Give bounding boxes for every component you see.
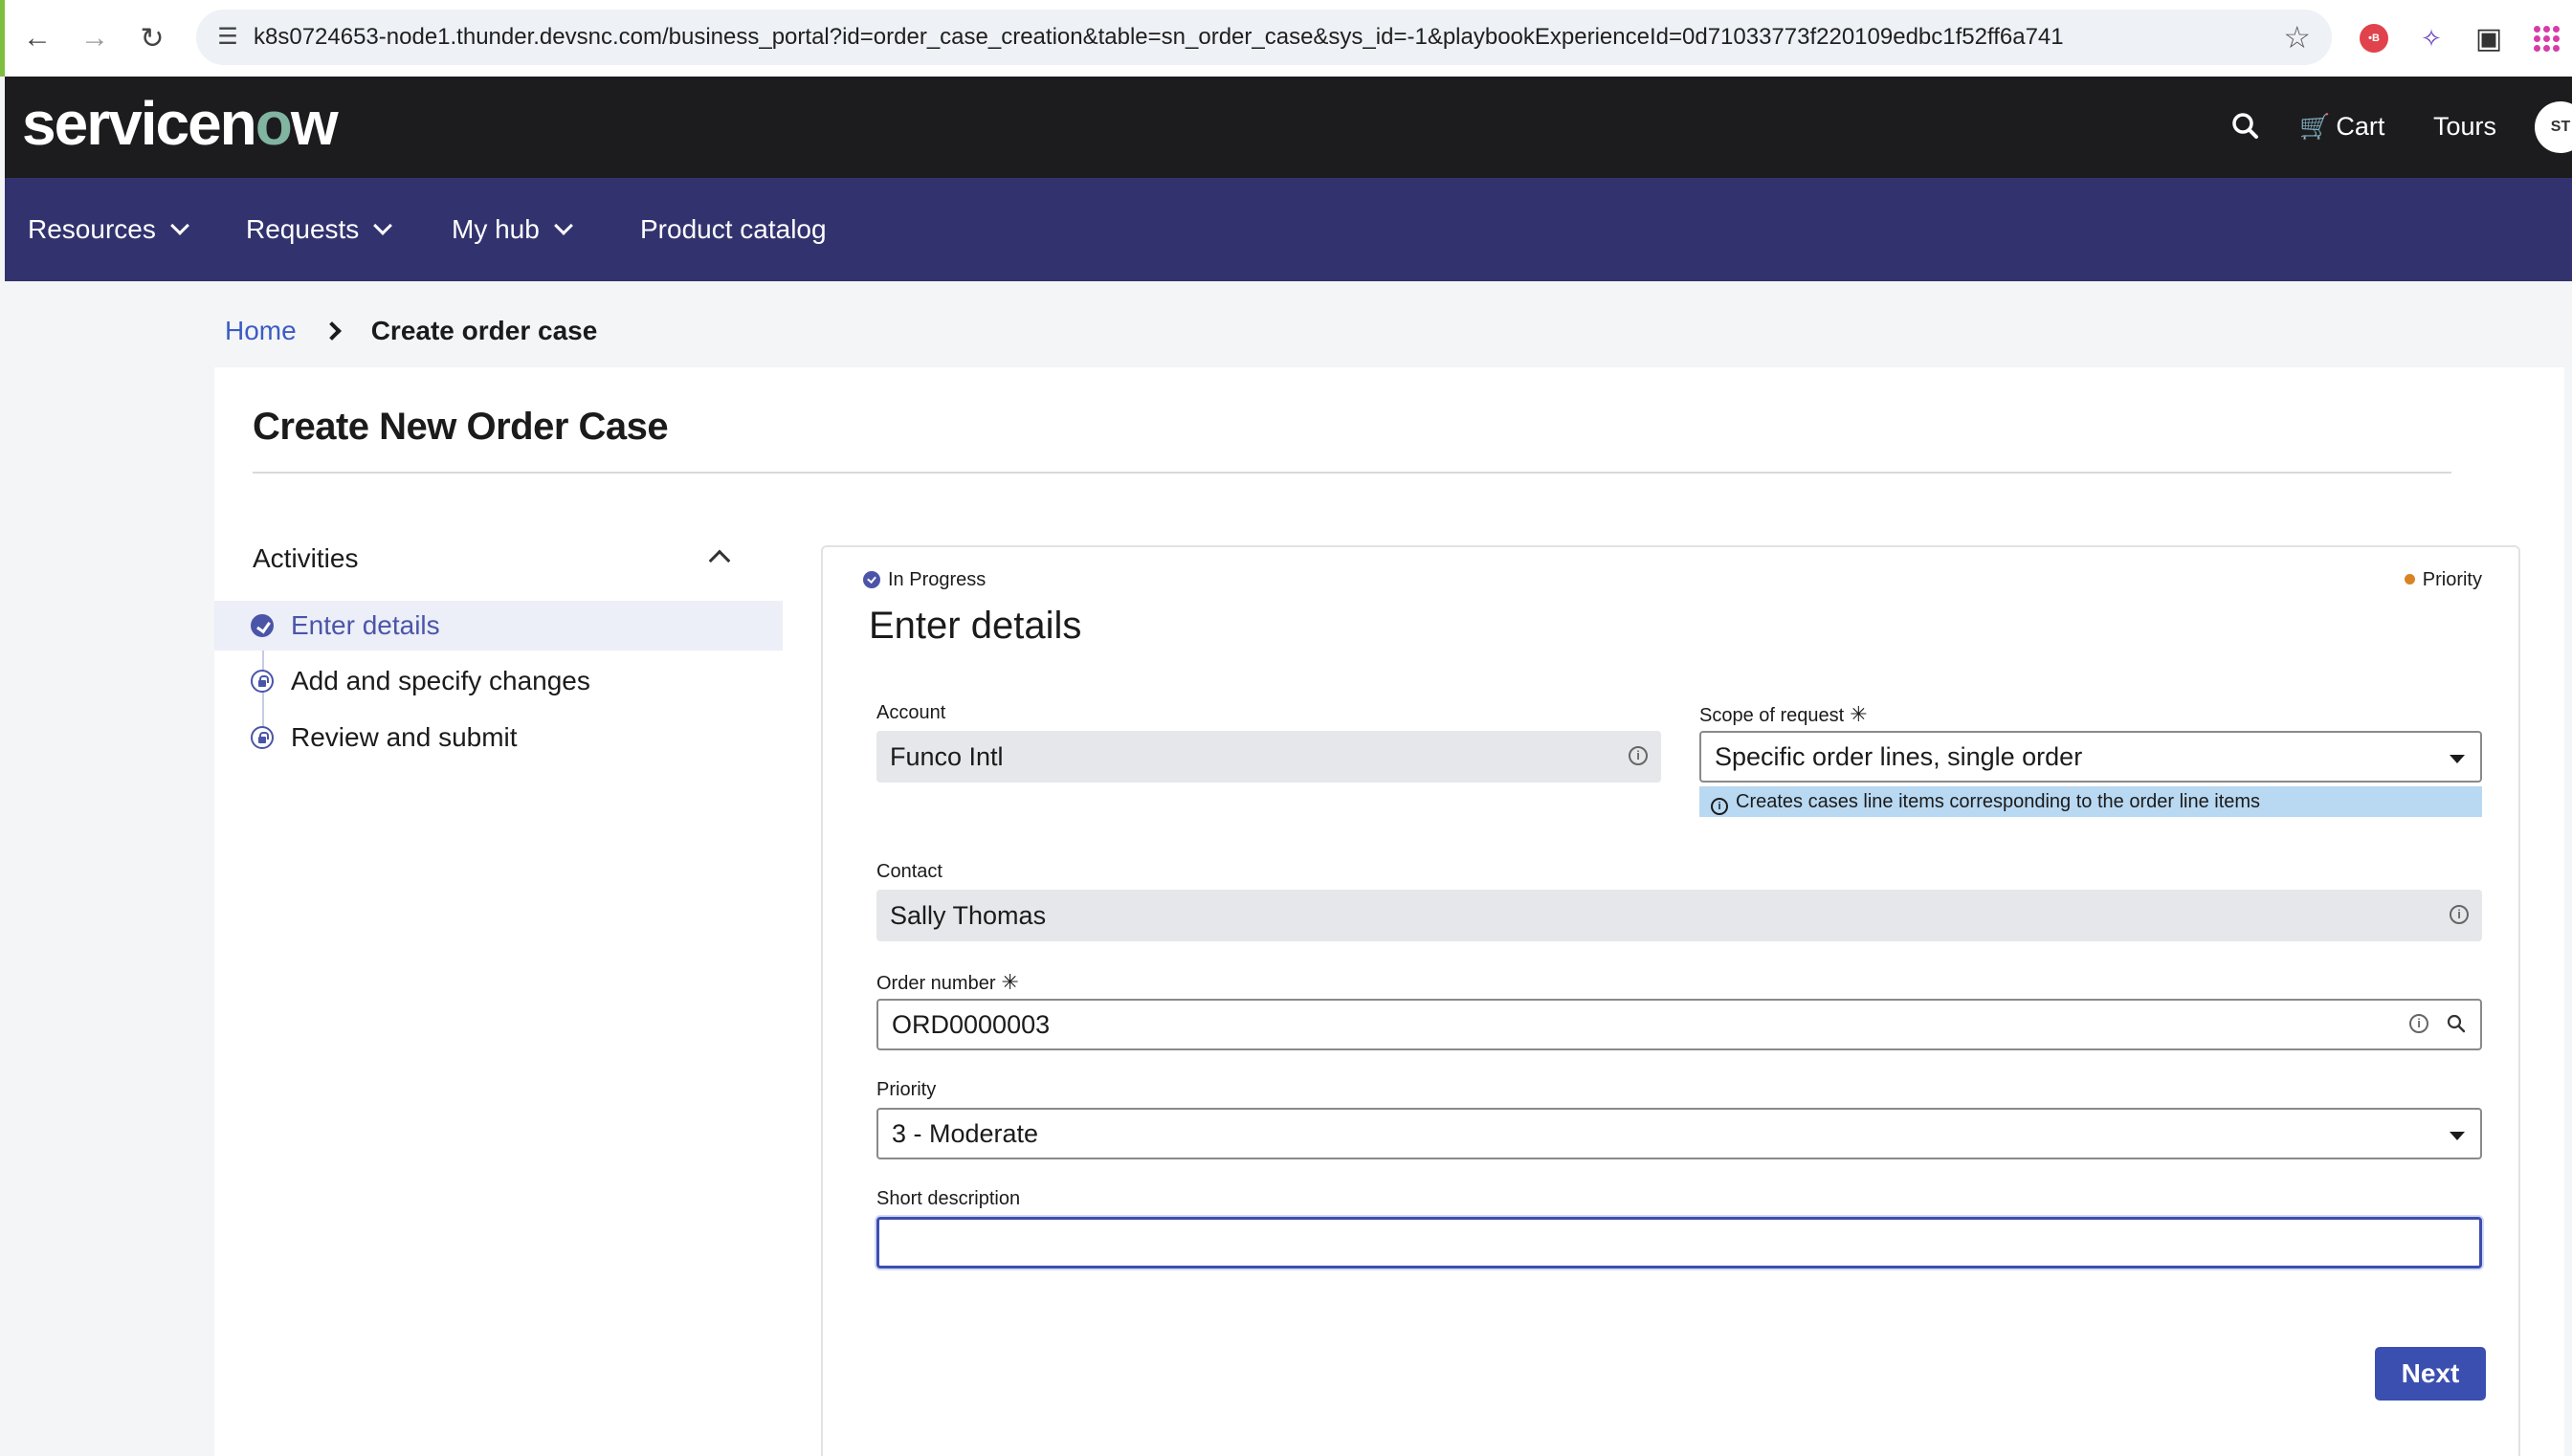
servicenow-logo[interactable]: servicenow [22, 88, 339, 159]
account-field: Funco Intl i [876, 731, 1661, 783]
activity-review-submit[interactable]: Review and submit [214, 713, 783, 762]
priority-label: Priority [876, 1079, 937, 1100]
order-number-label: Order number ✳ [876, 970, 1019, 994]
chevron-down-icon [169, 216, 189, 235]
extension-red-icon[interactable]: •B [2355, 19, 2393, 57]
nav-requests[interactable]: Requests [246, 178, 393, 281]
tours-link[interactable]: Tours [2433, 105, 2496, 147]
short-description-label: Short description [876, 1188, 1021, 1209]
nav-my-hub[interactable]: My hub [452, 178, 573, 281]
chevron-up-icon[interactable] [708, 549, 731, 572]
nav-product-catalog[interactable]: Product catalog [640, 178, 827, 281]
caret-down-icon [2450, 1132, 2465, 1140]
scope-select[interactable]: Specific order lines, single order [1699, 731, 2482, 783]
lock-icon [251, 670, 274, 693]
activity-label: Review and submit [291, 722, 518, 752]
page-title: Create New Order Case [253, 406, 669, 448]
portal-header: servicenow 🛒 Cart Tours ST [5, 77, 2572, 178]
activity-label: Enter details [291, 610, 440, 640]
back-icon[interactable]: ← [16, 17, 58, 59]
priority-dot-icon [2404, 574, 2415, 585]
cart-label: Cart [2336, 112, 2385, 141]
info-icon[interactable]: i [2450, 905, 2469, 924]
caret-down-icon [2450, 755, 2465, 763]
status-badge: In Progress [863, 566, 986, 593]
account-label: Account [876, 702, 946, 723]
info-icon[interactable]: i [2409, 1014, 2428, 1033]
short-description-input[interactable] [876, 1217, 2482, 1268]
activities-header[interactable]: Activities [253, 538, 750, 580]
breadcrumb-current: Create order case [370, 316, 598, 345]
address-bar[interactable]: ☰ k8s0724653-node1.thunder.devsnc.com/bu… [196, 10, 2332, 65]
lock-icon [251, 726, 274, 749]
info-icon: i [1711, 798, 1728, 815]
priority-select[interactable]: 3 - Moderate [876, 1108, 2482, 1159]
reload-icon[interactable]: ↻ [131, 17, 173, 59]
breadcrumb: Home Create order case [225, 312, 597, 350]
chevron-down-icon [373, 216, 393, 235]
url-text[interactable]: k8s0724653-node1.thunder.devsnc.com/busi… [254, 10, 2064, 65]
main-nav: Resources Requests My hub Product catalo… [5, 178, 2572, 281]
order-number-input[interactable]: ORD0000003 i [876, 999, 2482, 1050]
page-card: Create New Order Case Activities Enter d… [214, 367, 2564, 1456]
site-settings-icon[interactable]: ☰ [213, 23, 242, 52]
bookmark-star-icon[interactable]: ☆ [2283, 19, 2311, 55]
user-avatar[interactable]: ST [2535, 101, 2572, 153]
cart-icon: 🛒 [2299, 112, 2331, 141]
forward-icon[interactable]: → [74, 17, 116, 59]
search-icon[interactable] [2227, 107, 2265, 145]
scope-label: Scope of request ✳ [1699, 702, 1868, 726]
info-icon[interactable]: i [1629, 746, 1648, 765]
priority-tag: Priority [2404, 566, 2482, 593]
contact-label: Contact [876, 861, 942, 882]
activity-enter-details[interactable]: Enter details [214, 601, 783, 651]
contact-field: Sally Thomas i [876, 890, 2482, 941]
section-title: Enter details [869, 605, 1082, 647]
cart-link[interactable]: 🛒 Cart [2299, 105, 2384, 147]
activities-heading: Activities [253, 543, 359, 573]
check-circle-icon [251, 614, 274, 637]
activity-add-specify-changes[interactable]: Add and specify changes [214, 656, 783, 706]
apps-grid-icon[interactable] [2527, 19, 2565, 57]
lookup-search-icon[interactable] [2446, 1013, 2467, 1034]
breadcrumb-home[interactable]: Home [225, 316, 297, 345]
next-button[interactable]: Next [2375, 1347, 2486, 1401]
chevron-right-icon [322, 321, 342, 341]
in-progress-icon [863, 571, 880, 588]
enter-details-form: In Progress Priority Enter details Accou… [821, 545, 2520, 1456]
chevron-down-icon [553, 216, 573, 235]
nav-resources[interactable]: Resources [28, 178, 189, 281]
browser-toolbar: ← → ↻ ☰ k8s0724653-node1.thunder.devsnc.… [0, 0, 2572, 77]
divider [253, 472, 2451, 474]
activity-label: Add and specify changes [291, 666, 590, 695]
scope-helper-text: i Creates cases line items corresponding … [1699, 786, 2482, 817]
screenshot-frame-icon[interactable]: ▣ [2470, 19, 2508, 57]
extension-puzzle-icon[interactable]: ✧ [2412, 19, 2450, 57]
